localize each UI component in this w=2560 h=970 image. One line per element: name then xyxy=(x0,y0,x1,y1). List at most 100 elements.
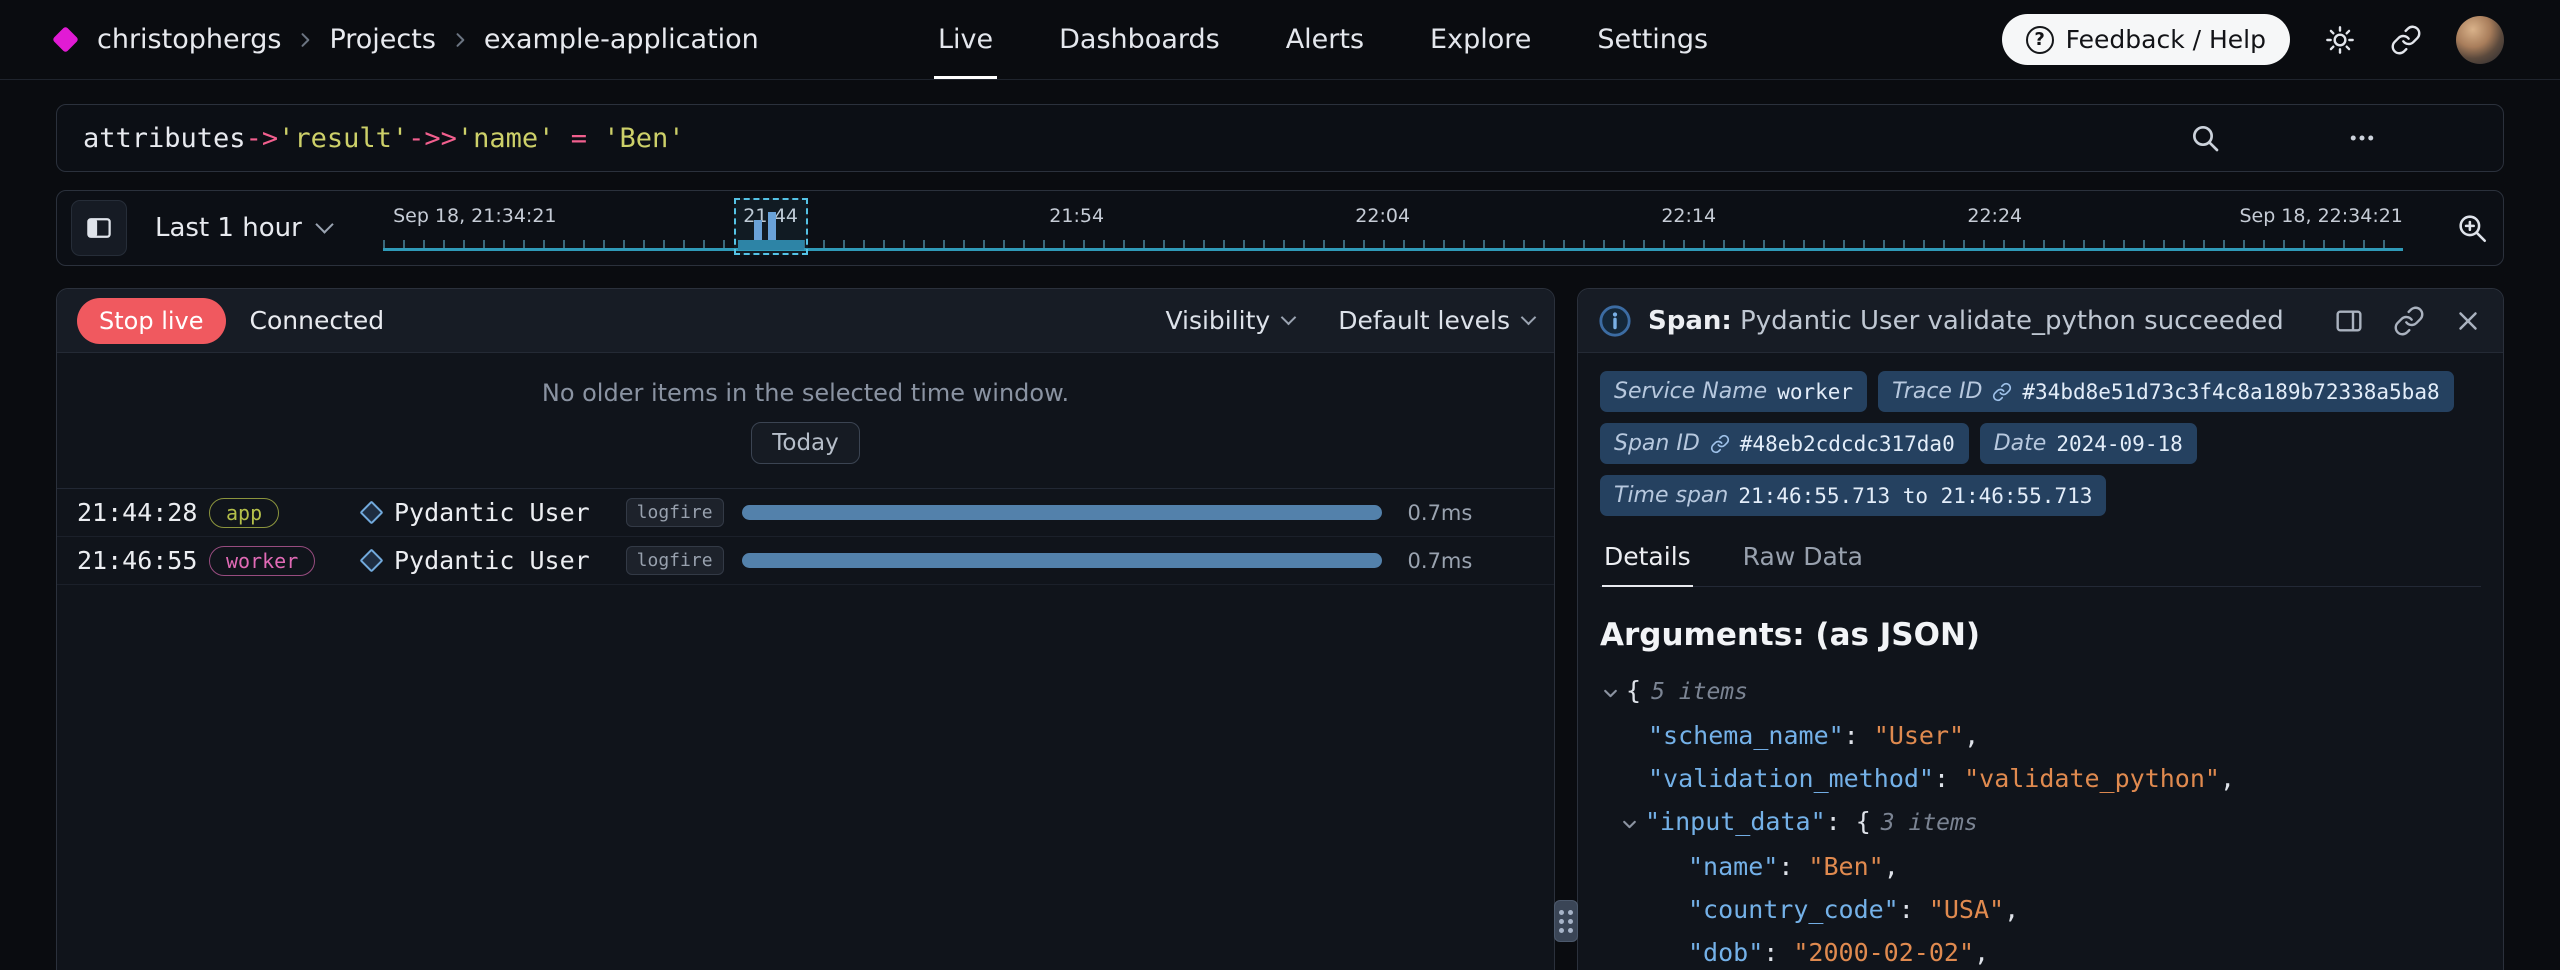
collapse-caret-icon[interactable] xyxy=(1621,816,1638,833)
logfire-scope-badge: logfire xyxy=(626,498,724,527)
timeline-activity-bar xyxy=(768,212,776,240)
json-line: "validation_method": "validate_python", xyxy=(1600,757,2481,800)
visibility-dropdown-label: Visibility xyxy=(1165,306,1270,335)
duration-label: 0.7ms xyxy=(1408,501,1473,525)
timeline-axis xyxy=(383,248,2403,251)
date-badge: Date 2024-09-18 xyxy=(1980,423,2197,464)
json-punctuation: , xyxy=(2004,895,2019,924)
empty-state-block: No older items in the selected time wind… xyxy=(57,353,1554,489)
panel-resize-handle[interactable] xyxy=(1554,900,1578,942)
logfire-scope-badge: logfire xyxy=(626,546,724,575)
json-punctuation: : xyxy=(1826,807,1856,836)
query-token: ->> xyxy=(408,123,457,154)
json-punctuation: : xyxy=(1778,852,1808,881)
span-details-content: Service Name worker Trace ID #34bd8e51d7… xyxy=(1578,353,2503,970)
badge-label: Time span xyxy=(1614,483,1728,508)
service-tag-badge: app xyxy=(209,498,279,528)
copy-link-icon[interactable] xyxy=(2393,305,2425,337)
log-row[interactable]: 21:46:55 worker Pydantic User logfire 0.… xyxy=(57,537,1554,585)
default-levels-dropdown[interactable]: Default levels xyxy=(1338,306,1534,335)
badge-label: Date xyxy=(1994,431,2047,456)
span-title-label: Span: xyxy=(1648,306,1732,336)
tab-dashboards[interactable]: Dashboards xyxy=(1059,0,1220,79)
user-avatar[interactable] xyxy=(2456,16,2504,64)
sidebar-toggle-button[interactable] xyxy=(71,200,127,256)
json-key: "country_code" xyxy=(1688,895,1899,924)
tab-raw-data[interactable]: Raw Data xyxy=(1741,542,1865,586)
json-item-count: 3 items xyxy=(1881,810,1978,836)
time-span-badge: Time span 21:46:55.713 to 21:46:55.713 xyxy=(1600,475,2106,516)
time-range-selector[interactable]: Last 1 hour xyxy=(155,213,331,243)
tab-explore-label: Explore xyxy=(1430,24,1531,55)
share-link-icon[interactable] xyxy=(2390,24,2422,56)
badge-value: 21:46:55.713 to 21:46:55.713 xyxy=(1738,484,2092,508)
span-id-badge[interactable]: Span ID #48eb2cdcdc317da0 xyxy=(1600,423,1969,464)
theme-toggle-icon[interactable] xyxy=(2324,24,2356,56)
span-name: Pydantic User xyxy=(394,498,590,527)
json-punctuation: , xyxy=(1964,721,1979,750)
chevron-right-icon xyxy=(450,30,470,50)
span-header-actions xyxy=(2333,305,2483,337)
feedback-help-button[interactable]: ? Feedback / Help xyxy=(2002,14,2290,65)
span-diamond-icon xyxy=(359,548,383,572)
duration-bar xyxy=(742,553,1382,568)
breadcrumb-project-name[interactable]: example-application xyxy=(484,24,759,55)
log-row[interactable]: 21:44:28 app Pydantic User logfire 0.7ms xyxy=(57,489,1554,537)
visibility-dropdown[interactable]: Visibility xyxy=(1165,306,1294,335)
live-header-controls: Visibility Default levels xyxy=(1165,306,1534,335)
collapse-caret-icon[interactable] xyxy=(1602,685,1619,702)
timeline-track[interactable]: Sep 18, 21:34:21 21:44 21:54 22:04 22:14… xyxy=(373,191,2413,265)
json-line: "input_data": {3 items xyxy=(1600,800,2481,845)
json-key: "dob" xyxy=(1688,938,1763,967)
span-name: Pydantic User xyxy=(394,546,590,575)
query-token: 'result' xyxy=(278,123,408,154)
nav-right-cluster: ? Feedback / Help xyxy=(2002,14,2504,65)
json-value: "2000-02-02" xyxy=(1793,938,1974,967)
json-line: "name": "Ben", xyxy=(1600,845,2481,888)
json-value: "USA" xyxy=(1929,895,2004,924)
breadcrumb: christophergs Projects example-applicati… xyxy=(97,24,759,55)
zoom-in-button[interactable] xyxy=(2455,211,2489,245)
tab-live-label: Live xyxy=(938,24,993,55)
span-diamond-icon xyxy=(359,500,383,524)
arguments-heading: Arguments: (as JSON) xyxy=(1600,617,2481,653)
badge-value: #48eb2cdcdc317da0 xyxy=(1740,432,1955,456)
today-button[interactable]: Today xyxy=(751,422,860,464)
json-punctuation: : xyxy=(1899,895,1929,924)
close-icon[interactable] xyxy=(2453,306,2483,336)
breadcrumb-projects[interactable]: Projects xyxy=(329,24,435,55)
json-key: "validation_method" xyxy=(1648,764,1934,793)
breadcrumb-org[interactable]: christophergs xyxy=(97,24,281,55)
span-detail-tabs: Details Raw Data xyxy=(1600,542,2481,587)
json-key: "name" xyxy=(1688,852,1778,881)
dock-panel-icon[interactable] xyxy=(2333,305,2365,337)
timeline-tick-label: Sep 18, 21:34:21 xyxy=(393,205,556,227)
json-viewer: {5 items "schema_name": "User", "validat… xyxy=(1600,669,2481,970)
timeline-tick-label: 22:24 xyxy=(1967,205,2022,227)
tab-explore[interactable]: Explore xyxy=(1430,0,1531,79)
link-icon xyxy=(1710,434,1730,454)
tab-alerts[interactable]: Alerts xyxy=(1286,0,1364,79)
timeline-selection[interactable] xyxy=(734,198,808,255)
timeline-tick-label: 22:04 xyxy=(1355,205,1410,227)
query-token: attributes xyxy=(83,123,246,154)
empty-state-message: No older items in the selected time wind… xyxy=(57,379,1554,407)
query-token: 'name' xyxy=(457,123,555,154)
tab-live[interactable]: Live xyxy=(938,0,993,79)
json-value: "User" xyxy=(1874,721,1964,750)
stop-live-button[interactable]: Stop live xyxy=(77,298,226,344)
json-value: "validate_python" xyxy=(1964,764,2220,793)
tab-details[interactable]: Details xyxy=(1602,542,1693,587)
badge-label: Service Name xyxy=(1614,379,1767,404)
trace-id-badge[interactable]: Trace ID #34bd8e51d73c3f4c8a189b72338a5b… xyxy=(1878,371,2454,412)
logfire-logo-icon[interactable] xyxy=(52,26,79,53)
top-nav: christophergs Projects example-applicati… xyxy=(0,0,2560,80)
tab-settings[interactable]: Settings xyxy=(1597,0,1708,79)
chevron-down-icon xyxy=(1521,310,1537,326)
link-icon xyxy=(1992,382,2012,402)
service-tag-badge: worker xyxy=(209,546,315,576)
timeline-tick-label: 22:14 xyxy=(1661,205,1716,227)
json-value: "Ben" xyxy=(1808,852,1883,881)
badge-label: Trace ID xyxy=(1892,379,1982,404)
query-input[interactable]: attributes->'result'->>'name' = 'Ben' xyxy=(56,104,2504,172)
